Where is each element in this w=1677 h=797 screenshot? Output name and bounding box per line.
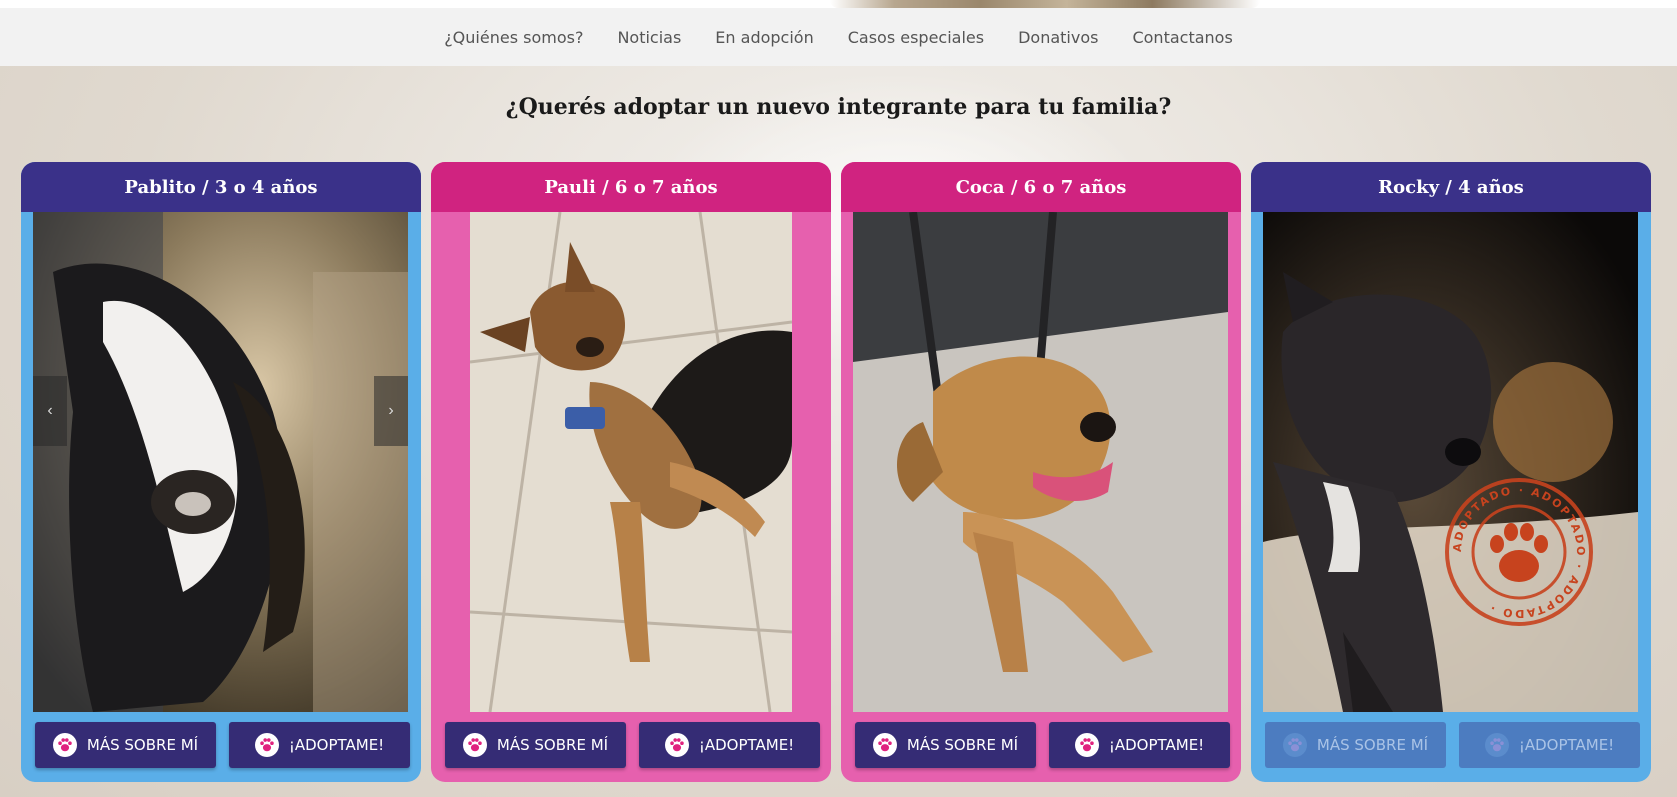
nav-donativos[interactable]: Donativos [1001,28,1115,47]
carousel-next-button[interactable]: › [374,376,408,446]
adoptado-stamp: ADOPTADO · ADOPTADO · ADOPTADO · [1445,478,1593,626]
paw-icon [1282,733,1307,757]
paw-icon [872,733,897,757]
dog-photo [470,212,792,712]
paw-icon [664,733,689,757]
card-title: Rocky / 4 años [1251,162,1651,212]
more-about-me-button[interactable]: MÁS SOBRE MÍ [855,722,1036,768]
dog-card-rocky: Rocky / 4 años ADOPTADO · ADOPTADO · ADO… [1251,162,1651,782]
nav-contactanos[interactable]: Contactanos [1115,28,1249,47]
dog-card-pablito: Pablito / 3 o 4 años ‹ › MÁS SOBRE MÍ ¡A… [21,162,421,782]
button-label: ¡ADOPTAME! [1108,736,1205,754]
adopt-me-button[interactable]: ¡ADOPTAME! [1459,722,1640,768]
dog-photo-carousel[interactable] [33,212,408,712]
card-actions: MÁS SOBRE MÍ ¡ADOPTAME! [855,722,1230,768]
nav-quienes-somos[interactable]: ¿Quiénes somos? [427,28,600,47]
adopt-me-button[interactable]: ¡ADOPTAME! [1049,722,1230,768]
dog-card-pauli: Pauli / 6 o 7 años MÁS SOBRE MÍ ¡ADOPTAM… [431,162,831,782]
adoption-cards: Pablito / 3 o 4 años ‹ › MÁS SOBRE MÍ ¡A… [21,162,1661,782]
adopt-me-button[interactable]: ¡ADOPTAME! [229,722,410,768]
paw-icon [254,733,279,757]
dog-card-coca: Coca / 6 o 7 años MÁS SOBRE MÍ ¡ADOPTAME… [841,162,1241,782]
dog-photo [1263,212,1638,712]
more-about-me-button[interactable]: MÁS SOBRE MÍ [35,722,216,768]
card-title: Pauli / 6 o 7 años [431,162,831,212]
card-actions: MÁS SOBRE MÍ ¡ADOPTAME! [445,722,820,768]
more-about-me-button[interactable]: MÁS SOBRE MÍ [445,722,626,768]
main-nav: ¿Quiénes somos? Noticias En adopción Cas… [0,8,1677,66]
card-title: Coca / 6 o 7 años [841,162,1241,212]
button-label: ¡ADOPTAME! [698,736,795,754]
nav-casos-especiales[interactable]: Casos especiales [831,28,1001,47]
more-about-me-button[interactable]: MÁS SOBRE MÍ [1265,722,1446,768]
nav-en-adopcion[interactable]: En adopción [698,28,830,47]
header-image-edge [830,0,1260,8]
paw-icon [1074,733,1099,757]
dog-photo [853,212,1228,712]
button-label: ¡ADOPTAME! [288,736,385,754]
button-label: ¡ADOPTAME! [1518,736,1615,754]
carousel-prev-button[interactable]: ‹ [33,376,67,446]
card-actions: MÁS SOBRE MÍ ¡ADOPTAME! [1265,722,1640,768]
paw-icon [1484,733,1509,757]
paw-icon [462,733,487,757]
top-banner-strip [0,0,1677,8]
button-label: MÁS SOBRE MÍ [1316,736,1429,754]
adopt-me-button[interactable]: ¡ADOPTAME! [639,722,820,768]
nav-noticias[interactable]: Noticias [600,28,698,47]
button-label: MÁS SOBRE MÍ [906,736,1019,754]
button-label: MÁS SOBRE MÍ [496,736,609,754]
paw-icon [52,733,77,757]
card-title: Pablito / 3 o 4 años [21,162,421,212]
dog-photo [33,212,408,712]
button-label: MÁS SOBRE MÍ [86,736,199,754]
card-actions: MÁS SOBRE MÍ ¡ADOPTAME! [35,722,410,768]
page-title: ¿Querés adoptar un nuevo integrante para… [505,94,1172,120]
